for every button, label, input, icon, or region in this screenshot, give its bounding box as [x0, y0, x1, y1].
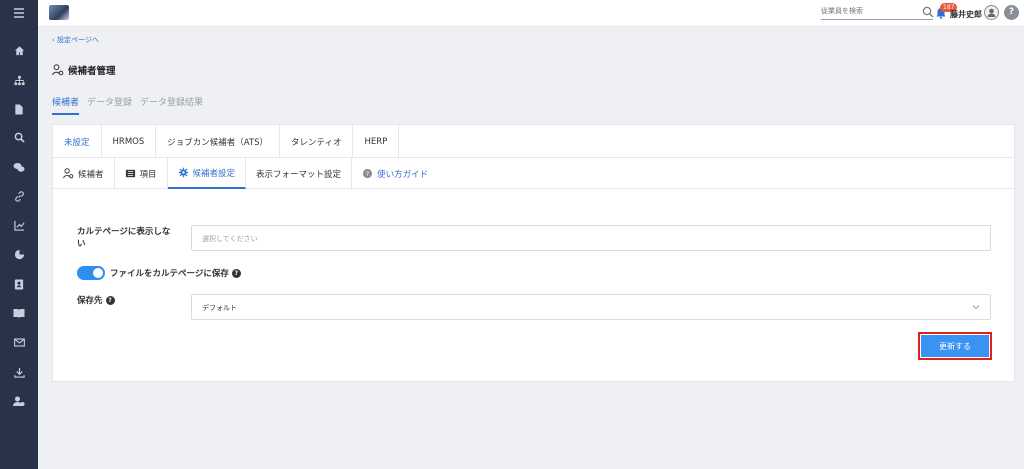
save-file-toggle[interactable] [77, 266, 105, 280]
question-icon[interactable]: ? [231, 269, 241, 278]
main-tabs: 候補者 データ登録 データ登録結果 [52, 95, 211, 115]
subtab-candidates[interactable]: 候補者 [53, 158, 115, 189]
company-logo[interactable] [49, 5, 69, 20]
search-icon[interactable] [922, 6, 934, 18]
save-dest-label: 保存先 [77, 296, 103, 306]
subtab-candidate-settings[interactable]: 候補者設定 [167, 158, 247, 189]
ats-tab-talentio[interactable]: タレンティオ [280, 125, 354, 158]
save-file-toggle-label: ファイルをカルテページに保存 [110, 269, 229, 279]
link-icon[interactable] [11, 188, 27, 204]
help-button[interactable]: ? [1004, 5, 1019, 20]
subtab-display-format[interactable]: 表示フォーマット設定 [246, 158, 353, 189]
sidebar [0, 0, 38, 469]
book-icon[interactable] [11, 305, 27, 321]
menu-icon[interactable] [11, 5, 27, 21]
user-settings-icon[interactable] [11, 393, 27, 409]
back-link-label: 設定ページへ [57, 36, 99, 44]
ats-tab-herp[interactable]: HERP [353, 125, 400, 158]
subtab-candidate-settings-label: 候補者設定 [192, 168, 236, 179]
back-to-settings-link[interactable]: ‹ 設定ページへ [52, 35, 99, 45]
subtab-usage-guide-label: 使い方ガイド [377, 169, 429, 180]
hide-on-karte-placeholder: 選択してください [202, 235, 258, 243]
subtab-usage-guide[interactable]: ? 使い方ガイド [352, 158, 438, 189]
chat-icon[interactable] [11, 159, 27, 175]
user-icon [987, 8, 996, 17]
home-icon[interactable] [11, 42, 27, 58]
page-title: 候補者管理 [52, 63, 116, 77]
subtab-candidates-label: 候補者 [78, 169, 104, 180]
tab-candidates[interactable]: 候補者 [52, 95, 80, 115]
mail-icon[interactable] [11, 334, 27, 350]
settings-card: 未設定 HRMOS ジョブカン候補者（ATS） タレンティオ HERP 候補者 … [52, 124, 1015, 382]
list-icon [125, 169, 135, 178]
download-icon[interactable] [11, 364, 27, 380]
chart-icon[interactable] [11, 217, 27, 233]
ats-tab-jobcan[interactable]: ジョブカン候補者（ATS） [156, 125, 280, 158]
subtab-display-format-label: 表示フォーマット設定 [256, 169, 342, 180]
contact-book-icon[interactable] [11, 276, 27, 292]
page-title-text: 候補者管理 [68, 66, 116, 77]
sub-tabs: 候補者 項目 候補者設定 表示フォーマット設定 ? 使い方ガイド [53, 158, 1014, 189]
subtab-items-label: 項目 [139, 169, 157, 180]
org-chart-icon[interactable] [11, 72, 27, 88]
chevron-down-icon [972, 305, 980, 310]
user-name[interactable]: 藤井史郎 [950, 9, 982, 20]
employee-search[interactable] [821, 6, 933, 20]
ats-tabs: 未設定 HRMOS ジョブカン候補者（ATS） タレンティオ HERP [53, 125, 1014, 158]
user-gear-icon [63, 168, 74, 179]
pie-chart-icon[interactable] [11, 246, 27, 262]
tab-data-registration[interactable]: データ登録 [87, 95, 132, 115]
ats-tab-hrmos[interactable]: HRMOS [102, 125, 157, 158]
question-icon[interactable]: ? [105, 296, 115, 305]
save-file-toggle-label-row: ファイルをカルテページに保存? [110, 267, 241, 279]
hide-on-karte-select[interactable]: 選択してください [191, 225, 991, 251]
hide-on-karte-label: カルテページに表示しない [77, 227, 171, 249]
top-bar: 187 藤井史郎 ? [38, 0, 1024, 27]
question-circle-icon: ? [362, 168, 373, 179]
subtab-items[interactable]: 項目 [115, 158, 168, 189]
document-icon[interactable] [11, 101, 27, 117]
search-nav-icon[interactable] [11, 129, 27, 145]
toggle-knob [93, 268, 103, 278]
update-button-highlight: 更新する [918, 332, 992, 360]
update-button[interactable]: 更新する [921, 335, 989, 357]
save-dest-label-row: 保存先? [77, 295, 115, 307]
ats-tab-unset[interactable]: 未設定 [53, 125, 102, 158]
avatar[interactable] [984, 5, 999, 20]
save-dest-select[interactable]: デフォルト [191, 294, 991, 320]
gear-icon [178, 167, 188, 178]
tab-registration-results[interactable]: データ登録結果 [140, 95, 203, 115]
search-input[interactable] [821, 7, 921, 15]
user-gear-icon [52, 64, 64, 76]
svg-text:?: ? [366, 170, 369, 178]
save-dest-value: デフォルト [202, 304, 237, 312]
